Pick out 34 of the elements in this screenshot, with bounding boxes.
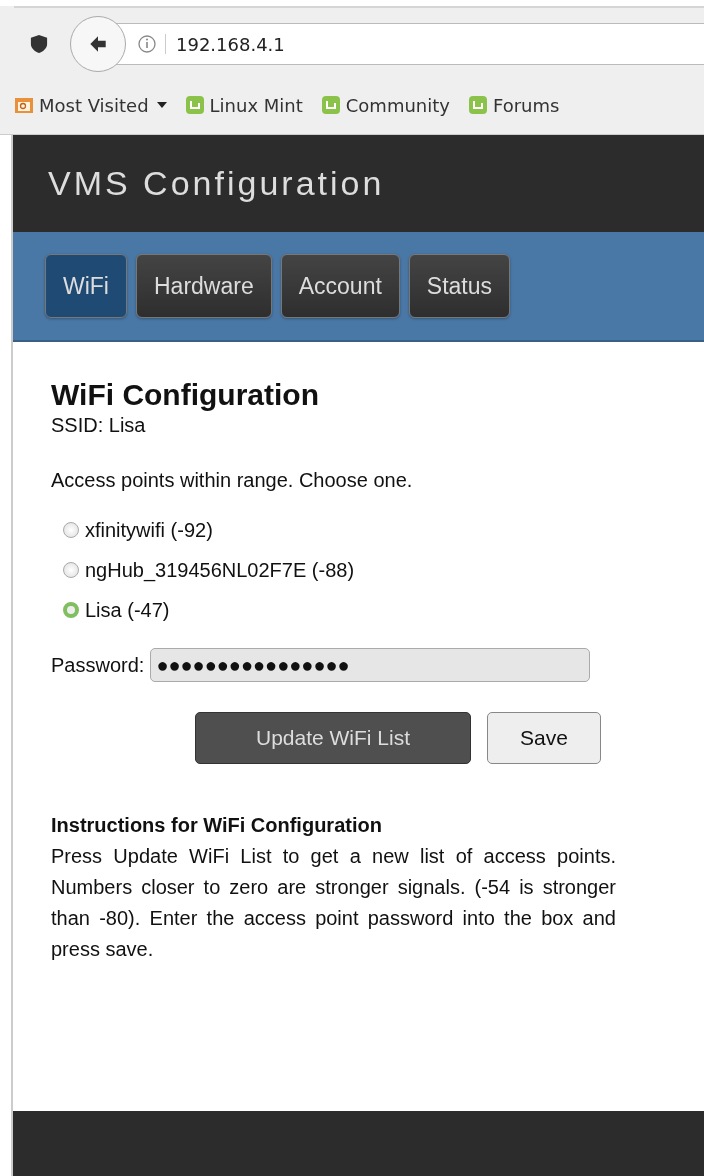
folder-icon (14, 95, 34, 115)
bookmark-item[interactable]: Forums (467, 94, 560, 116)
bookmark-item[interactable]: Most Visited (14, 94, 167, 116)
nav-tab[interactable]: Hardware (136, 254, 272, 318)
access-point-option[interactable]: xfinitywifi (-92) (63, 514, 704, 546)
ssid-text: SSID: Lisa (51, 414, 147, 437)
instructions-text: Press Update WiFi List to get a new list of access points. Numbers closer to zero are stronger signals. (-54 is stronger than -80). Enter the access point password into the box and press save. (51, 844, 616, 962)
address-bar[interactable]: 192.168.4.1 (116, 23, 704, 65)
site-icon (320, 95, 341, 115)
radio-button[interactable] (63, 522, 79, 538)
site-title: VMS Configuration (48, 164, 385, 203)
site-icon (467, 95, 488, 115)
update-button[interactable]: Update WiFi List (195, 712, 471, 764)
back-button[interactable] (70, 16, 126, 72)
bookmark-item[interactable]: Linux Mint (184, 94, 303, 116)
page-heading: WiFi Configuration (51, 378, 320, 412)
caret-icon (156, 102, 167, 108)
shield-icon[interactable] (30, 34, 48, 54)
password-field[interactable]: ●●●●●●●●●●●●●●●● (150, 648, 591, 682)
site-icon (184, 95, 205, 115)
radio-button[interactable] (63, 562, 79, 578)
bookmark-item[interactable]: Community (320, 94, 450, 116)
password-label: Password: (51, 653, 145, 677)
save-button[interactable]: Save (487, 712, 601, 764)
nav-tab[interactable]: WiFi (45, 254, 127, 318)
nav-tab[interactable]: Status (408, 254, 511, 318)
url-text: 192.168.4.1 (176, 33, 285, 55)
info-icon[interactable] (137, 34, 166, 54)
radio-button[interactable] (63, 602, 79, 618)
access-point-option[interactable]: Lisa (-47) (63, 594, 704, 626)
nav-tab[interactable]: Account (280, 254, 400, 318)
access-point-option[interactable]: ngHub_319456NL02F7E (-88) (63, 554, 704, 586)
instructions-heading: Instructions for WiFi Configuration (51, 814, 383, 837)
prompt-text: Access points within range. Choose one. (51, 469, 414, 492)
